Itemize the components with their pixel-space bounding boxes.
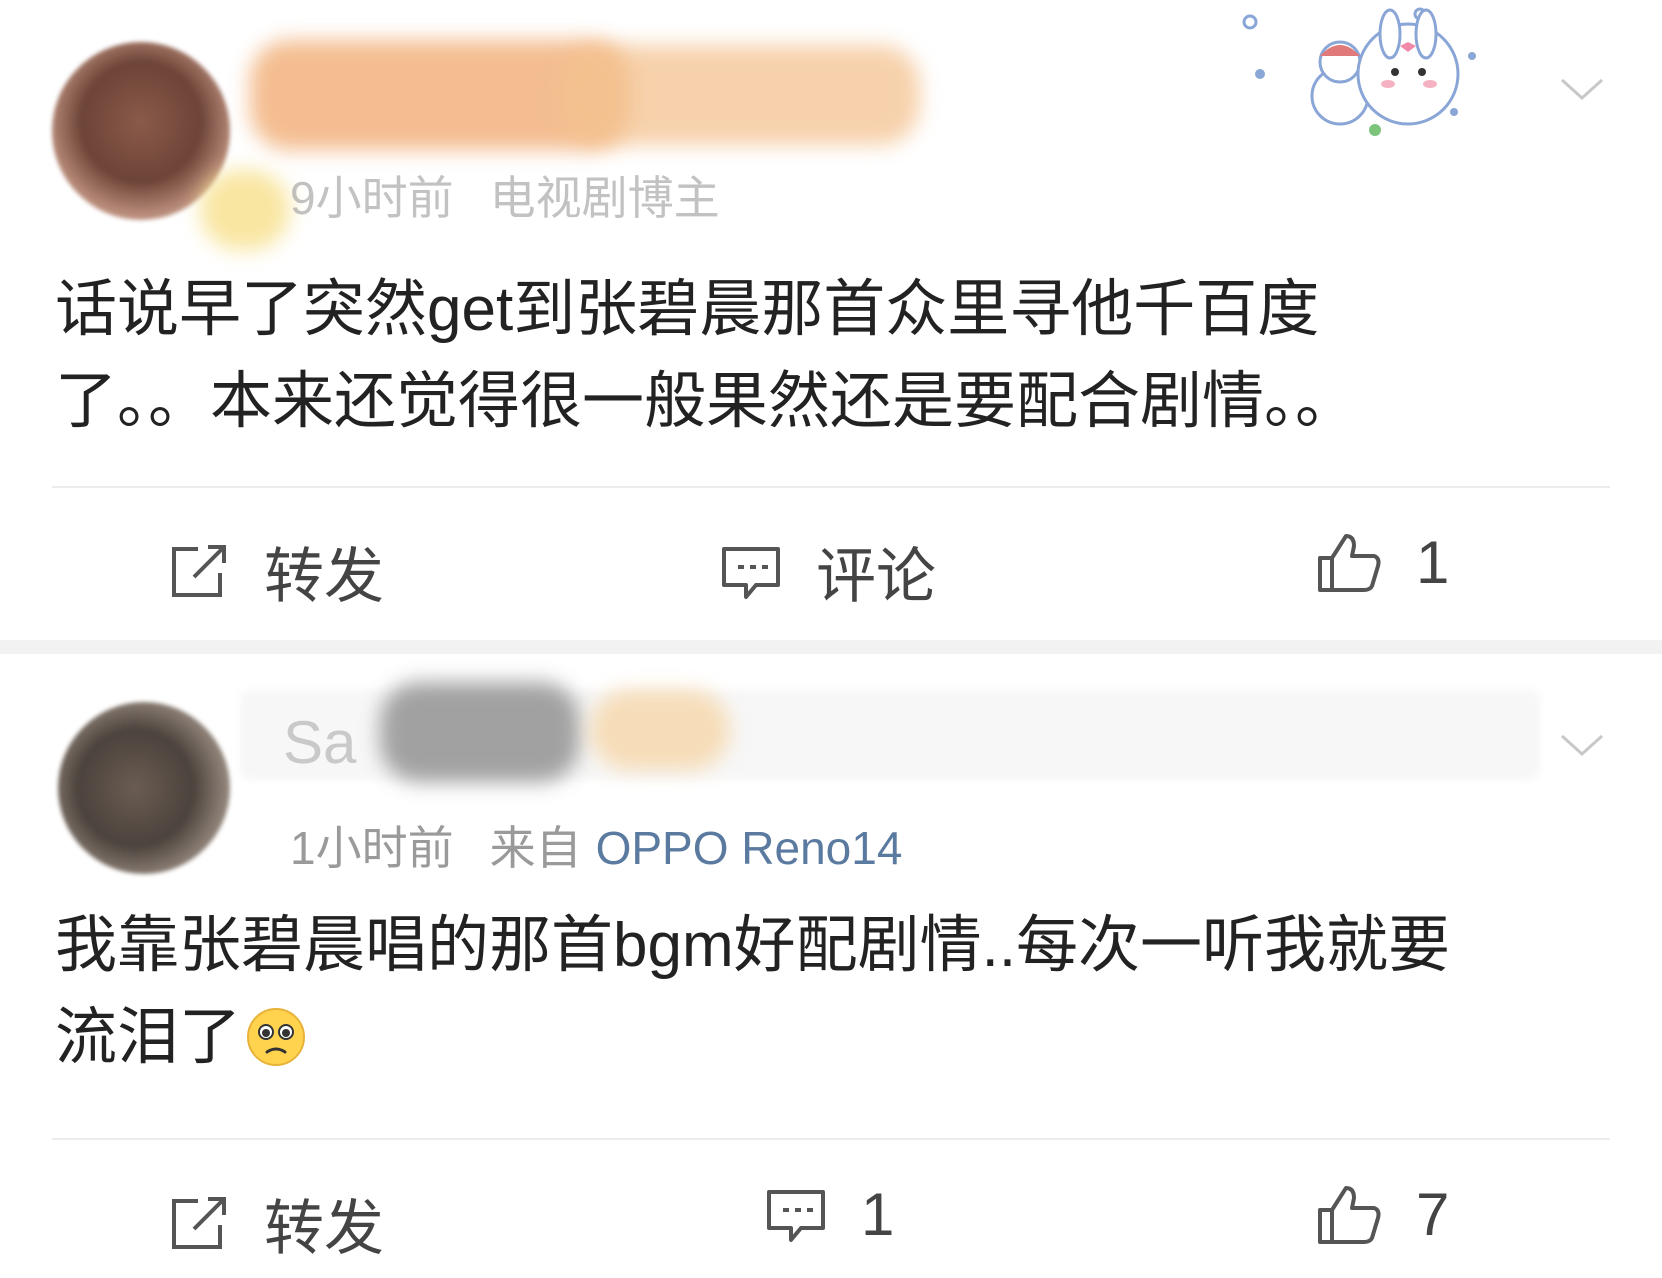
comment-text-line: 话说早了突然get到张碧晨那首众里寻他千百度 <box>55 275 1320 344</box>
thumbs-up-icon <box>1318 1185 1381 1244</box>
share-label: 转发 <box>264 543 384 610</box>
comment-text-line: 流泪了 <box>55 1003 242 1072</box>
comment-text-line: 了。。本来还觉得很一般果然还是要配合剧情。。 <box>55 367 1358 436</box>
redacted-username-extra <box>590 690 730 770</box>
comment-card-1: 9小时前 电视剧博主 话说早了突然get到张碧晨那首众里寻他千百度 了。。本来还觉… <box>0 0 1662 640</box>
like-button[interactable]: 1 <box>1316 528 1449 597</box>
avatar[interactable] <box>58 702 230 874</box>
divider <box>52 1138 1610 1140</box>
share-label: 转发 <box>264 1195 384 1262</box>
comment-text: 我靠张碧晨唱的那首bgm好配剧情..每次一听我就要 流泪了 <box>55 900 1615 1084</box>
username-fragment[interactable]: Sa <box>283 708 356 777</box>
redacted-username-extra <box>560 45 920 145</box>
comment-text: 话说早了突然get到张碧晨那首众里寻他千百度 了。。本来还觉得很一般果然还是要配… <box>55 264 1615 448</box>
source-prefix: 来自 <box>489 822 582 874</box>
redacted-username <box>380 682 580 782</box>
share-button[interactable]: 转发 <box>168 1180 384 1267</box>
post-time: 1小时前 <box>290 822 454 874</box>
comment-text-line: 我靠张碧晨唱的那首bgm好配剧情..每次一听我就要 <box>55 911 1451 980</box>
comment-button[interactable]: 1 <box>765 1180 894 1249</box>
card-separator <box>0 640 1662 654</box>
post-time: 9小时前 <box>290 172 454 224</box>
chevron-down-icon[interactable] <box>1558 64 1606 112</box>
share-icon <box>172 1196 226 1249</box>
comment-button[interactable]: 评论 <box>720 528 936 615</box>
thumbs-up-icon <box>1318 533 1381 592</box>
chevron-down-icon[interactable] <box>1558 720 1606 768</box>
comment-count: 1 <box>861 1181 895 1248</box>
divider <box>52 486 1610 488</box>
pleading-face-emoji <box>247 1008 306 1066</box>
share-icon <box>172 544 226 597</box>
comment-icon <box>722 546 780 599</box>
user-badge: 电视剧博主 <box>489 172 720 224</box>
comment-icon <box>767 1189 825 1242</box>
comment-label: 评论 <box>816 543 936 610</box>
device-link[interactable]: OPPO Reno14 <box>596 822 903 874</box>
snowman-bunny-sticker <box>1242 7 1476 136</box>
share-button[interactable]: 转发 <box>168 528 384 615</box>
post-meta: 1小时前 来自 OPPO Reno14 <box>290 812 902 878</box>
like-count: 1 <box>1416 529 1450 596</box>
like-button[interactable]: 7 <box>1316 1180 1449 1249</box>
redacted-badge <box>200 170 290 250</box>
post-meta: 9小时前 电视剧博主 <box>290 162 720 228</box>
like-count: 7 <box>1416 1181 1450 1248</box>
